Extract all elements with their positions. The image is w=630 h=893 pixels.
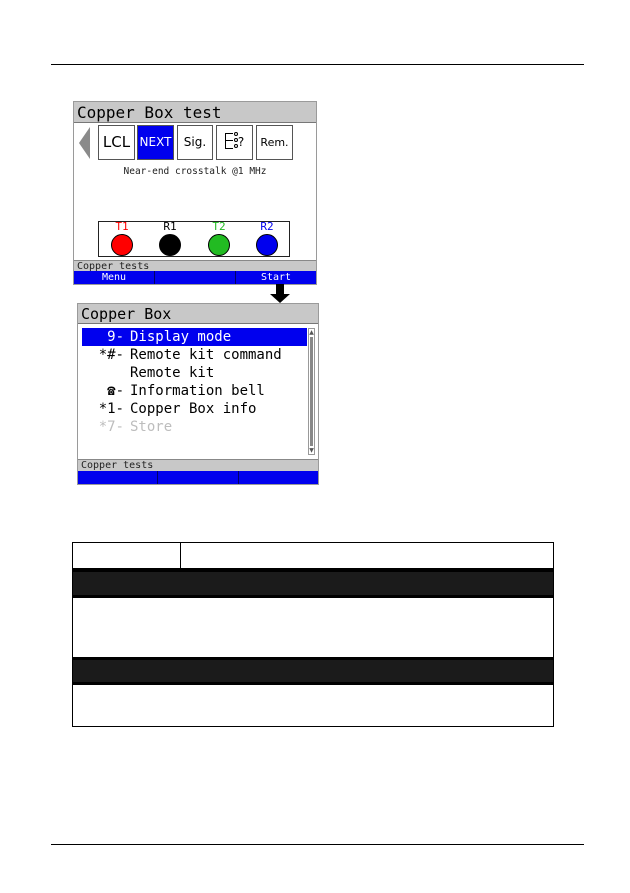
softkey-bar: Menu Start [74,271,316,284]
screen-title: Copper Box [78,304,318,324]
tab-ident-label: ? [237,135,245,149]
menu-item-remote-kit-command[interactable]: *#- Remote kit command [82,346,307,364]
softkey-left[interactable] [78,471,159,484]
table-header-cell [73,543,181,568]
menu-item-copper-box-info[interactable]: *1- Copper Box info [82,400,307,418]
table-section-row [73,569,553,598]
menu-item-key: *1- [98,401,124,417]
wire-t1: T1 [107,221,137,256]
phone-icon: ☎- [107,383,124,399]
menu-item-label: Display mode [130,329,232,345]
softkey-menu[interactable]: Menu [74,271,155,284]
test-description: Near-end crosstalk @1 MHz [123,166,267,177]
line-identification-icon [224,132,238,149]
table-row [73,685,553,727]
menu-item-information-bell[interactable]: ☎- Information bell [82,382,307,400]
tab-remote[interactable]: Rem. [256,125,293,160]
menu-item-store: *7- Store [82,418,307,436]
screen-title: Copper Box test [74,102,316,123]
wire-label: T1 [115,220,129,233]
softkey-start[interactable]: Start [236,271,316,284]
tab-lcl[interactable]: LCL [98,125,135,160]
wire-r2: R2 [252,221,282,256]
copper-box-menu: 9- Display mode *#- Remote kit command R… [82,328,307,436]
tab-next[interactable]: NEXT [137,125,174,160]
wire-label: R2 [260,220,274,233]
table-header-row [73,543,553,569]
menu-item-label: Information bell [130,383,265,399]
table-row [73,598,553,657]
menu-item-key: 9- [107,329,124,345]
menu-item-label: Copper Box info [130,401,257,417]
wire-dot-r1 [159,234,181,256]
table-section-row [73,657,553,685]
menu-item-key [82,364,126,382]
test-tab-row: LCL NEXT Sig. ? Rem. [74,124,316,162]
menu-item-label: Remote kit [130,365,215,381]
tab-line-identification[interactable]: ? [216,125,253,160]
wire-label: R1 [163,220,177,233]
menu-item-label: Store [130,419,173,435]
softkey-right[interactable] [239,471,318,484]
wire-connector-panel: T1 R1 T2 R2 [98,221,290,257]
arrow-down-icon [270,284,290,304]
softkey-bar [78,471,318,484]
menu-item-key: *#- [98,347,124,363]
scrollbar-thumb[interactable] [310,337,313,446]
menu-item-label: Remote kit command [130,347,282,363]
copper-box-menu-screen: Copper Box 9- Display mode *#- Remote ki… [77,303,319,485]
tab-signal[interactable]: Sig. [177,125,213,160]
menu-scrollbar[interactable]: ▲ ▼ [308,328,315,455]
wire-dot-t1 [111,234,133,256]
scroll-left-icon[interactable] [79,127,90,159]
scroll-down-icon[interactable]: ▼ [309,447,314,454]
softkey-middle[interactable] [155,271,236,284]
menu-item-remote-kit[interactable]: Remote kit [82,364,307,382]
wire-dot-t2 [208,234,230,256]
wire-dot-r2 [256,234,278,256]
menu-item-key: *7- [98,419,124,435]
footer-rule [51,844,584,845]
wire-t2: T2 [204,221,234,256]
parameter-table [72,542,554,727]
softkey-middle[interactable] [158,471,239,484]
scroll-up-icon[interactable]: ▲ [309,329,314,336]
wire-label: T2 [212,220,226,233]
menu-item-display-mode[interactable]: 9- Display mode [82,328,307,346]
wire-r1: R1 [155,221,185,256]
copper-box-test-screen: Copper Box test LCL NEXT Sig. ? Rem. Nea… [73,101,317,285]
header-rule [51,64,584,65]
